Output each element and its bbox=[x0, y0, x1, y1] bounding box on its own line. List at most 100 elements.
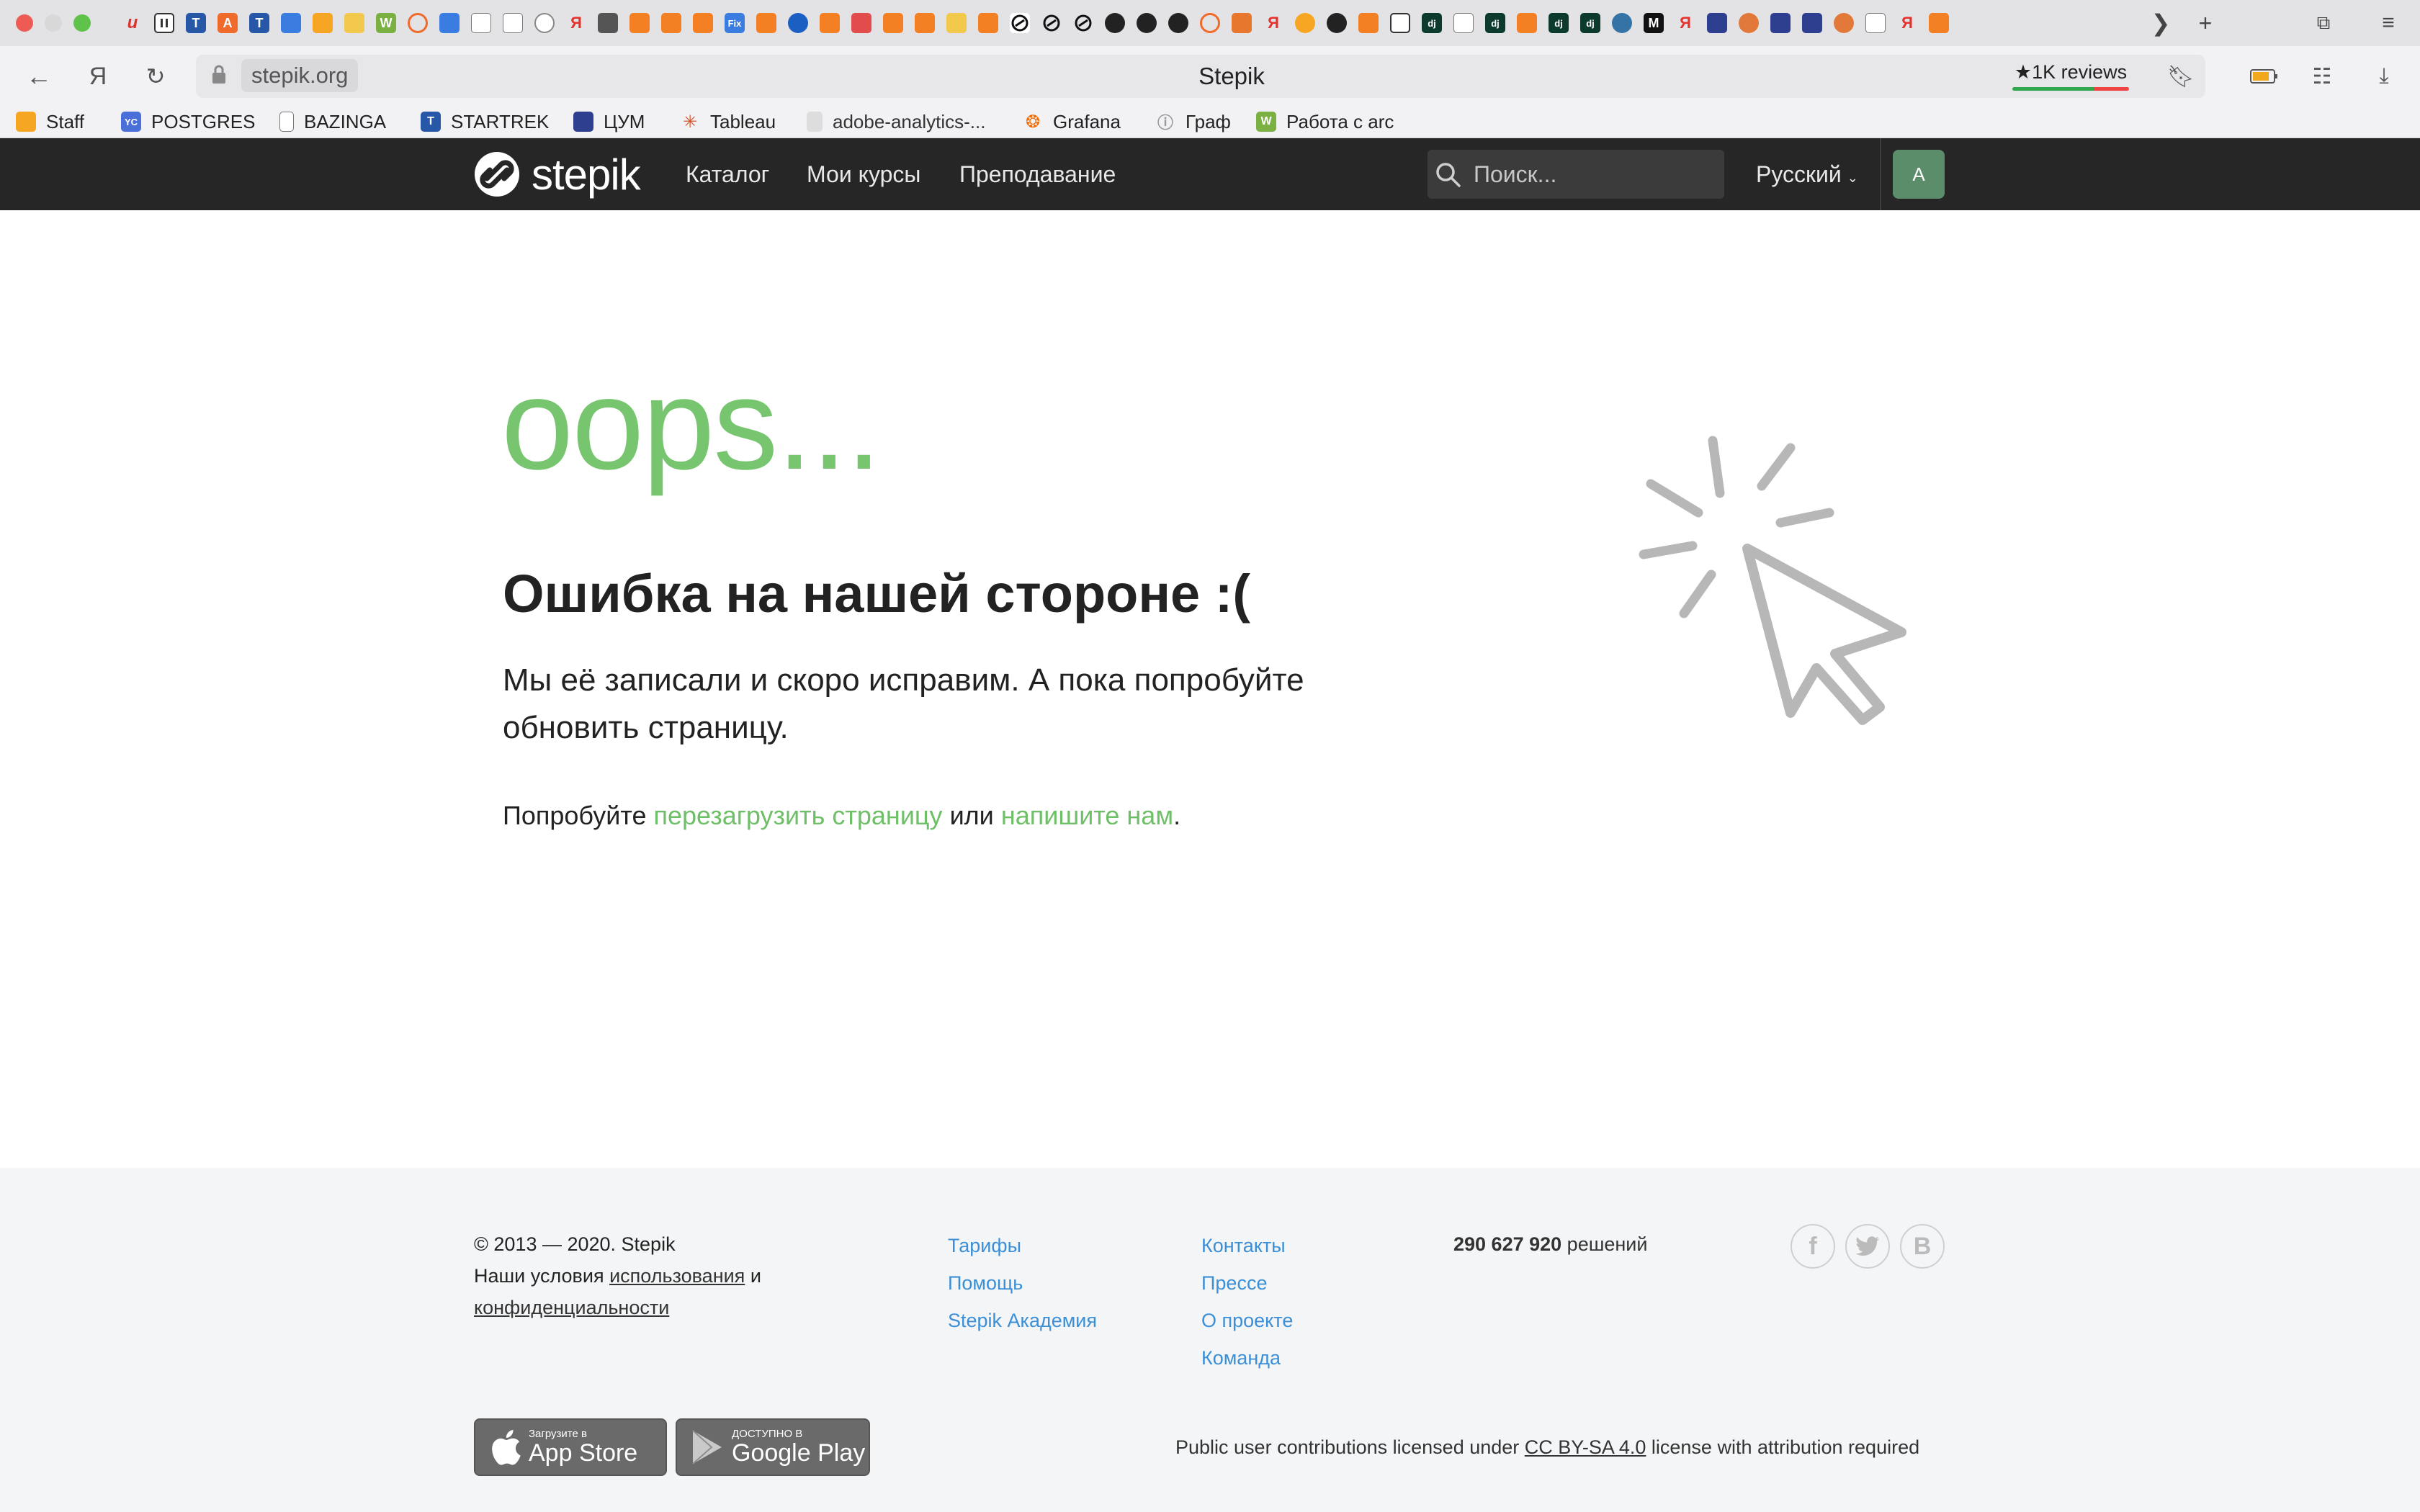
footer-link-help[interactable]: Помощь bbox=[948, 1264, 1097, 1302]
pinned-tab-yandex-icon[interactable]: Я bbox=[1263, 13, 1283, 33]
back-arrow-icon[interactable]: ← bbox=[20, 58, 58, 95]
bookmark-graf[interactable]: ⓘ Граф bbox=[1155, 108, 1231, 135]
tab-sync-icon[interactable]: ⧉ bbox=[2308, 7, 2339, 39]
nav-teaching-link[interactable]: Преподавание bbox=[959, 153, 1116, 196]
pinned-tab-document-icon[interactable] bbox=[1453, 13, 1474, 33]
pinned-tab-document-icon[interactable] bbox=[503, 13, 523, 33]
pinned-tab-startrek-icon[interactable]: T bbox=[249, 13, 269, 33]
bookmark-grafana[interactable]: ❂ Grafana bbox=[1023, 108, 1121, 135]
pinned-tab-django-icon[interactable]: dj bbox=[1580, 13, 1600, 33]
pinned-tab-document-icon[interactable] bbox=[471, 13, 491, 33]
pinned-tab-yellow-icon[interactable] bbox=[344, 13, 364, 33]
pinned-tab-info-icon[interactable] bbox=[534, 13, 555, 33]
language-dropdown[interactable]: Русский ⌄ bbox=[1756, 153, 1858, 196]
pinned-tab-cart-icon[interactable] bbox=[1770, 13, 1791, 33]
pinned-tab-globe-icon[interactable] bbox=[788, 13, 808, 33]
pinned-tab-django-icon[interactable]: dj bbox=[1422, 13, 1442, 33]
pinned-tab-stackoverflow-icon[interactable] bbox=[1517, 13, 1537, 33]
pinned-tab-stackoverflow-icon[interactable] bbox=[1358, 13, 1379, 33]
pinned-tab-ring-icon[interactable] bbox=[408, 13, 428, 33]
pinned-tab-book-icon[interactable] bbox=[1232, 13, 1252, 33]
contact-us-link[interactable]: напишите нам bbox=[1001, 801, 1173, 830]
pinned-tab-github-icon[interactable] bbox=[1137, 13, 1157, 33]
browser-menu-icon[interactable]: ≡ bbox=[2372, 7, 2404, 39]
battery-icon[interactable] bbox=[2246, 58, 2283, 95]
bookmark-tableau[interactable]: ✳ Tableau bbox=[680, 108, 776, 135]
vk-icon[interactable]: B bbox=[1900, 1224, 1945, 1269]
pinned-tab-cart-icon[interactable] bbox=[1802, 13, 1822, 33]
footer-link-about[interactable]: О проекте bbox=[1201, 1302, 1293, 1339]
bookmark-icon[interactable]: 🔖︎ bbox=[2162, 58, 2200, 95]
pinned-tab-django-icon[interactable]: dj bbox=[1549, 13, 1569, 33]
pinned-tab-pause-icon[interactable] bbox=[154, 13, 174, 33]
search-input[interactable] bbox=[1428, 150, 1724, 199]
pinned-tab-cart-icon[interactable] bbox=[1707, 13, 1727, 33]
pinned-tab-stepik-icon[interactable] bbox=[1073, 13, 1093, 33]
bookmark-bazinga[interactable]: BAZINGA bbox=[279, 108, 386, 135]
pinned-tab-yandex-icon[interactable]: Я bbox=[1675, 13, 1695, 33]
pinned-tab-django-icon[interactable]: dj bbox=[1485, 13, 1505, 33]
pinned-tab-bars-icon[interactable] bbox=[946, 13, 967, 33]
pinned-tab-grid-icon[interactable] bbox=[851, 13, 871, 33]
pinned-tab-medium-icon[interactable]: M bbox=[1644, 13, 1664, 33]
url-text[interactable]: stepik.org bbox=[241, 59, 359, 92]
translate-icon[interactable]: ☷ bbox=[2303, 58, 2341, 95]
new-tab-plus-icon[interactable]: + bbox=[2190, 7, 2221, 39]
pinned-tab-github-icon[interactable] bbox=[1327, 13, 1347, 33]
footer-link-academy[interactable]: Stepik Академия bbox=[948, 1302, 1097, 1339]
pinned-tab-yandex-icon[interactable]: Я bbox=[566, 13, 586, 33]
pinned-tab-orange-circle-icon[interactable] bbox=[1295, 13, 1315, 33]
pinned-tab-stackoverflow-icon[interactable] bbox=[629, 13, 650, 33]
pinned-tab-a-icon[interactable]: A bbox=[218, 13, 238, 33]
pinned-tab-stackoverflow-icon[interactable] bbox=[978, 13, 998, 33]
bookmark-startrek[interactable]: T STARTREK bbox=[421, 108, 549, 135]
tabs-overflow-chevron-icon[interactable]: ❯ bbox=[2145, 7, 2177, 39]
downloads-icon[interactable]: ⤓ bbox=[2365, 58, 2403, 95]
pinned-tab-stackoverflow-icon[interactable] bbox=[1929, 13, 1949, 33]
bookmark-adobe-analytics[interactable]: adobe-analytics-... bbox=[807, 108, 985, 135]
pinned-tab-github-icon[interactable] bbox=[1105, 13, 1125, 33]
pinned-tab-w-icon[interactable]: W bbox=[376, 13, 396, 33]
reload-page-link[interactable]: перезагрузить страницу bbox=[654, 801, 943, 830]
pinned-tab-github-icon[interactable] bbox=[1168, 13, 1188, 33]
pinned-tab-ball-icon[interactable] bbox=[1739, 13, 1759, 33]
pinned-tab-startrek-icon[interactable]: T bbox=[186, 13, 206, 33]
twitter-icon[interactable] bbox=[1845, 1224, 1890, 1269]
pinned-tab-stackoverflow-icon[interactable] bbox=[883, 13, 903, 33]
footer-link-press[interactable]: Прессе bbox=[1201, 1264, 1293, 1302]
bookmark-tsum[interactable]: ЦУМ bbox=[573, 108, 645, 135]
facebook-icon[interactable]: f bbox=[1791, 1224, 1835, 1269]
bookmark-rabota-arc[interactable]: W Работа с arc bbox=[1256, 108, 1394, 135]
pinned-tab-u-icon[interactable]: u bbox=[122, 13, 143, 33]
pinned-tab-table-icon[interactable] bbox=[1390, 13, 1410, 33]
app-store-badge[interactable]: Загрузите в App Store bbox=[474, 1418, 667, 1476]
pinned-tab-stepik-icon[interactable] bbox=[1041, 13, 1062, 33]
pinned-tab-python-icon[interactable] bbox=[1612, 13, 1632, 33]
pinned-tab-ring-icon[interactable] bbox=[1200, 13, 1220, 33]
pinned-tab-fix-icon[interactable]: Fix bbox=[725, 13, 745, 33]
nav-catalog-link[interactable]: Каталог bbox=[686, 153, 769, 196]
pinned-tab-stepik-icon[interactable] bbox=[1010, 13, 1030, 33]
privacy-link[interactable]: конфиденциальности bbox=[474, 1297, 669, 1318]
pinned-tab-chart-icon[interactable] bbox=[598, 13, 618, 33]
pinned-tab-yandex-icon[interactable]: Я bbox=[1897, 13, 1917, 33]
maximize-window-button[interactable] bbox=[73, 14, 91, 32]
pinned-tab-stackoverflow-icon[interactable] bbox=[693, 13, 713, 33]
pinned-tab-stackoverflow-icon[interactable] bbox=[915, 13, 935, 33]
user-avatar[interactable]: A bbox=[1893, 150, 1945, 199]
pinned-tab-stackoverflow-icon[interactable] bbox=[820, 13, 840, 33]
footer-link-pricing[interactable]: Тарифы bbox=[948, 1227, 1097, 1264]
footer-link-contacts[interactable]: Контакты bbox=[1201, 1227, 1293, 1264]
pinned-tab-stackoverflow-icon[interactable] bbox=[756, 13, 776, 33]
pinned-tab-blue-icon[interactable] bbox=[439, 13, 460, 33]
bookmark-staff[interactable]: Staff bbox=[16, 108, 84, 135]
terms-of-use-link[interactable]: использования bbox=[609, 1265, 745, 1287]
pinned-tab-orange-icon[interactable] bbox=[313, 13, 333, 33]
nav-my-courses-link[interactable]: Мои курсы bbox=[807, 153, 920, 196]
footer-link-team[interactable]: Команда bbox=[1201, 1339, 1293, 1377]
stepik-logo[interactable]: stepik bbox=[472, 150, 641, 199]
reviews-badge[interactable]: ★1K reviews bbox=[2009, 58, 2132, 95]
yandex-home-icon[interactable]: Я bbox=[79, 58, 117, 95]
minimize-window-button[interactable] bbox=[45, 14, 62, 32]
google-play-badge[interactable]: ДОСТУПНО В Google Play bbox=[676, 1418, 870, 1476]
